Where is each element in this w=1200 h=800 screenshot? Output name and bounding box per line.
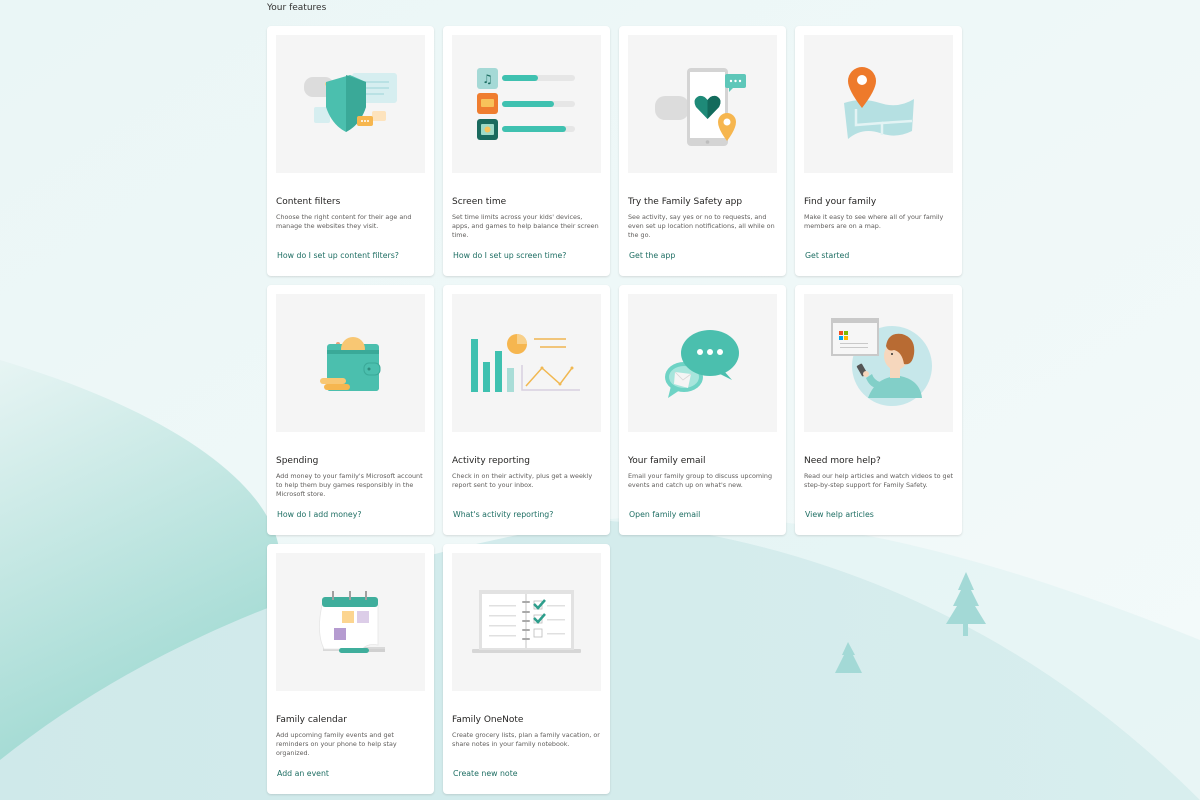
add-event-link[interactable]: Add an event xyxy=(277,769,329,778)
card-description: Choose the right content for their age a… xyxy=(276,213,412,230)
svg-text:♫: ♫ xyxy=(482,72,493,86)
feature-card-family-safety-app: Try the Family Safety app See activity, … xyxy=(619,26,786,276)
feature-card-spending: Spending Add money to your family's Micr… xyxy=(267,285,434,535)
card-title: Activity reporting xyxy=(452,456,530,466)
open-family-email-link[interactable]: Open family email xyxy=(629,510,700,519)
card-title: Family calendar xyxy=(276,715,347,725)
card-description: Email your family group to discuss upcom… xyxy=(628,472,773,489)
card-title: Content filters xyxy=(276,197,341,207)
card-description: Read our help articles and watch videos … xyxy=(804,472,954,489)
add-money-link[interactable]: How do I add money? xyxy=(277,510,361,519)
card-description: Add upcoming family events and get remin… xyxy=(276,731,397,757)
card-title: Try the Family Safety app xyxy=(628,197,743,207)
wallet-icon xyxy=(276,294,425,432)
screen-time-bars-icon: ♫ xyxy=(452,35,601,173)
card-title: Find your family xyxy=(804,197,877,207)
card-title: Family OneNote xyxy=(452,715,524,725)
card-description: Create grocery lists, plan a family vaca… xyxy=(452,731,600,748)
features-grid: Content filters Choose the right content… xyxy=(267,26,962,794)
help-person-icon xyxy=(804,294,953,432)
phone-heart-icon xyxy=(628,35,777,173)
card-description: Check in on their activity, plus get a w… xyxy=(452,472,593,489)
activity-reporting-link[interactable]: What's activity reporting? xyxy=(453,510,553,519)
content-filters-link[interactable]: How do I set up content filters? xyxy=(277,251,399,260)
view-help-articles-link[interactable]: View help articles xyxy=(805,510,874,519)
feature-card-content-filters: Content filters Choose the right content… xyxy=(267,26,434,276)
feature-card-screen-time: ♫ Screen time Set time limits across you… xyxy=(443,26,610,276)
calendar-icon xyxy=(276,553,425,691)
card-title: Screen time xyxy=(452,197,507,207)
shield-icon xyxy=(276,35,425,173)
card-description: Make it easy to see where all of your fa… xyxy=(804,213,944,230)
card-description: Set time limits across your kids' device… xyxy=(452,213,599,239)
get-app-link[interactable]: Get the app xyxy=(629,251,675,260)
section-title: Your features xyxy=(267,3,327,13)
feature-card-family-email: Your family email Email your family grou… xyxy=(619,285,786,535)
card-description: Add money to your family's Microsoft acc… xyxy=(276,472,423,498)
feature-card-activity-reporting: Activity reporting Check in on their act… xyxy=(443,285,610,535)
card-description: See activity, say yes or no to requests,… xyxy=(628,213,775,239)
feature-card-family-calendar: Family calendar Add upcoming family even… xyxy=(267,544,434,794)
card-title: Your family email xyxy=(628,456,706,466)
feature-card-family-onenote: Family OneNote Create grocery lists, pla… xyxy=(443,544,610,794)
card-title: Spending xyxy=(276,456,319,466)
feature-card-find-your-family: Find your family Make it easy to see whe… xyxy=(795,26,962,276)
card-title: Need more help? xyxy=(804,456,881,466)
feature-card-need-more-help: Need more help? Read our help articles a… xyxy=(795,285,962,535)
chart-report-icon xyxy=(452,294,601,432)
chat-email-icon xyxy=(628,294,777,432)
get-started-link[interactable]: Get started xyxy=(805,251,849,260)
create-new-note-link[interactable]: Create new note xyxy=(453,769,518,778)
notebook-checklist-icon xyxy=(452,553,601,691)
screen-time-link[interactable]: How do I set up screen time? xyxy=(453,251,566,260)
map-pin-icon xyxy=(804,35,953,173)
